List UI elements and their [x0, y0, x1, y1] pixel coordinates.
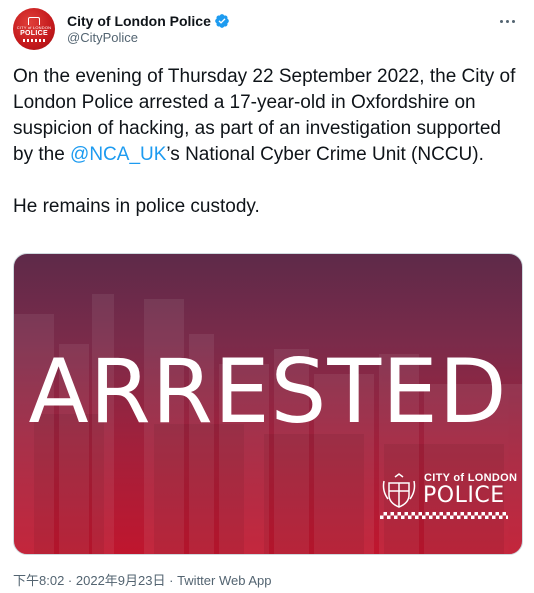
city-police-logo: CITY of LONDON POLICE: [380, 471, 517, 519]
meta-separator: ·: [165, 573, 178, 588]
verified-badge-icon: [215, 14, 229, 28]
city-crest-icon: [382, 473, 416, 508]
tweet-text: On the evening of Thursday 22 September …: [13, 64, 518, 220]
avatar-text-bottom: POLICE: [20, 29, 48, 37]
handle[interactable]: @CityPolice: [67, 30, 138, 45]
arrested-headline: ARRESTED: [28, 340, 508, 443]
logo-text-bottom: POLICE: [423, 483, 505, 508]
tweet-time[interactable]: 下午8:02: [13, 573, 64, 588]
display-name[interactable]: City of London Police: [67, 13, 211, 29]
tweet-paragraph-1: On the evening of Thursday 22 September …: [13, 64, 518, 168]
tweet-meta: 下午8:02 · 2022年9月23日 · Twitter Web App: [13, 570, 271, 589]
logo-checker-band: [380, 512, 508, 519]
tweet-header: CITY of LONDON POLICE City of London Pol…: [13, 8, 521, 50]
tweet-paragraph-2: He remains in police custody.: [13, 196, 260, 217]
more-dots-icon[interactable]: [497, 14, 517, 28]
avatar[interactable]: CITY of LONDON POLICE: [13, 8, 55, 50]
checker-band: [23, 38, 45, 42]
tweet-date[interactable]: 2022年9月23日: [76, 573, 166, 588]
mention-link[interactable]: @NCA_UK: [70, 144, 166, 165]
crest-icon: [28, 16, 40, 25]
meta-separator: ·: [64, 573, 76, 588]
tweet-image[interactable]: ARRESTED CITY of LONDON POLICE: [13, 253, 523, 555]
name-row: City of London Police: [67, 12, 230, 30]
tweet-source[interactable]: Twitter Web App: [177, 573, 271, 588]
tweet-text-part: ’s National Cyber Crime Unit (NCCU).: [166, 144, 484, 165]
